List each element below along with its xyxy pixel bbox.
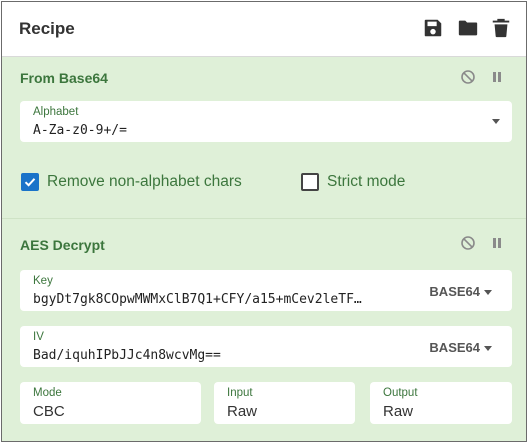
key-value: bgyDt7gk8COpwMWMxClB7Q1+CFY/a15+mCev2leT… [33, 292, 362, 307]
disable-icon[interactable] [460, 235, 476, 251]
save-icon[interactable] [422, 17, 444, 39]
alphabet-label: Alphabet [33, 106, 79, 118]
chevron-down-icon[interactable] [484, 290, 492, 296]
disable-icon[interactable] [460, 69, 476, 85]
operation-title: From Base64 [20, 70, 108, 86]
input-format-select[interactable]: Input Raw [214, 382, 355, 424]
input-label: Input [227, 387, 253, 399]
recipe-title: Recipe [19, 19, 75, 38]
mode-value: CBC [33, 403, 65, 420]
alphabet-select[interactable]: Alphabet A-Za-z0-9+/= [20, 101, 512, 142]
iv-encoding-label: BASE64 [429, 340, 480, 355]
operation-title: AES Decrypt [20, 237, 105, 253]
strict-mode-checkbox[interactable]: Strict mode [301, 173, 405, 191]
pause-icon[interactable] [489, 235, 505, 251]
trash-icon[interactable] [490, 17, 512, 39]
operation-aes-decrypt: AES Decrypt Key bgyDt7gk8COpwMWMxClB7Q1+… [2, 219, 526, 441]
key-label: Key [33, 275, 53, 287]
checkbox-unchecked-icon[interactable] [301, 173, 319, 191]
iv-field[interactable]: IV Bad/iquhIPbJJc4n8wcvMg== BASE64 [20, 326, 512, 367]
mode-label: Mode [33, 387, 62, 399]
remove-non-alphabet-label: Remove non-alphabet chars [47, 173, 242, 190]
output-label: Output [383, 387, 418, 399]
alphabet-value: A-Za-z0-9+/= [33, 123, 127, 138]
key-encoding-dropdown[interactable]: BASE64 [429, 284, 492, 299]
chevron-down-icon[interactable] [484, 346, 492, 352]
recipe-header: Recipe [2, 2, 526, 57]
remove-non-alphabet-checkbox[interactable]: Remove non-alphabet chars [21, 173, 242, 191]
key-encoding-label: BASE64 [429, 284, 480, 299]
input-value: Raw [227, 403, 258, 420]
output-format-select[interactable]: Output Raw [370, 382, 512, 424]
recipe-panel: Recipe From Base64 Alphabet A-Za-z0-9+/= [1, 1, 527, 442]
pause-icon[interactable] [489, 69, 505, 85]
mode-select[interactable]: Mode CBC [20, 382, 201, 424]
strict-mode-label: Strict mode [327, 173, 406, 190]
folder-icon[interactable] [457, 17, 479, 39]
output-value: Raw [383, 403, 414, 420]
key-field[interactable]: Key bgyDt7gk8COpwMWMxClB7Q1+CFY/a15+mCev… [20, 270, 512, 311]
iv-value: Bad/iquhIPbJJc4n8wcvMg== [33, 348, 221, 363]
chevron-down-icon[interactable] [492, 119, 500, 124]
iv-label: IV [33, 331, 44, 343]
iv-encoding-dropdown[interactable]: BASE64 [429, 340, 492, 355]
operation-from-base64: From Base64 Alphabet A-Za-z0-9+/= Remove… [2, 57, 526, 219]
checkbox-checked-icon[interactable] [21, 173, 39, 191]
